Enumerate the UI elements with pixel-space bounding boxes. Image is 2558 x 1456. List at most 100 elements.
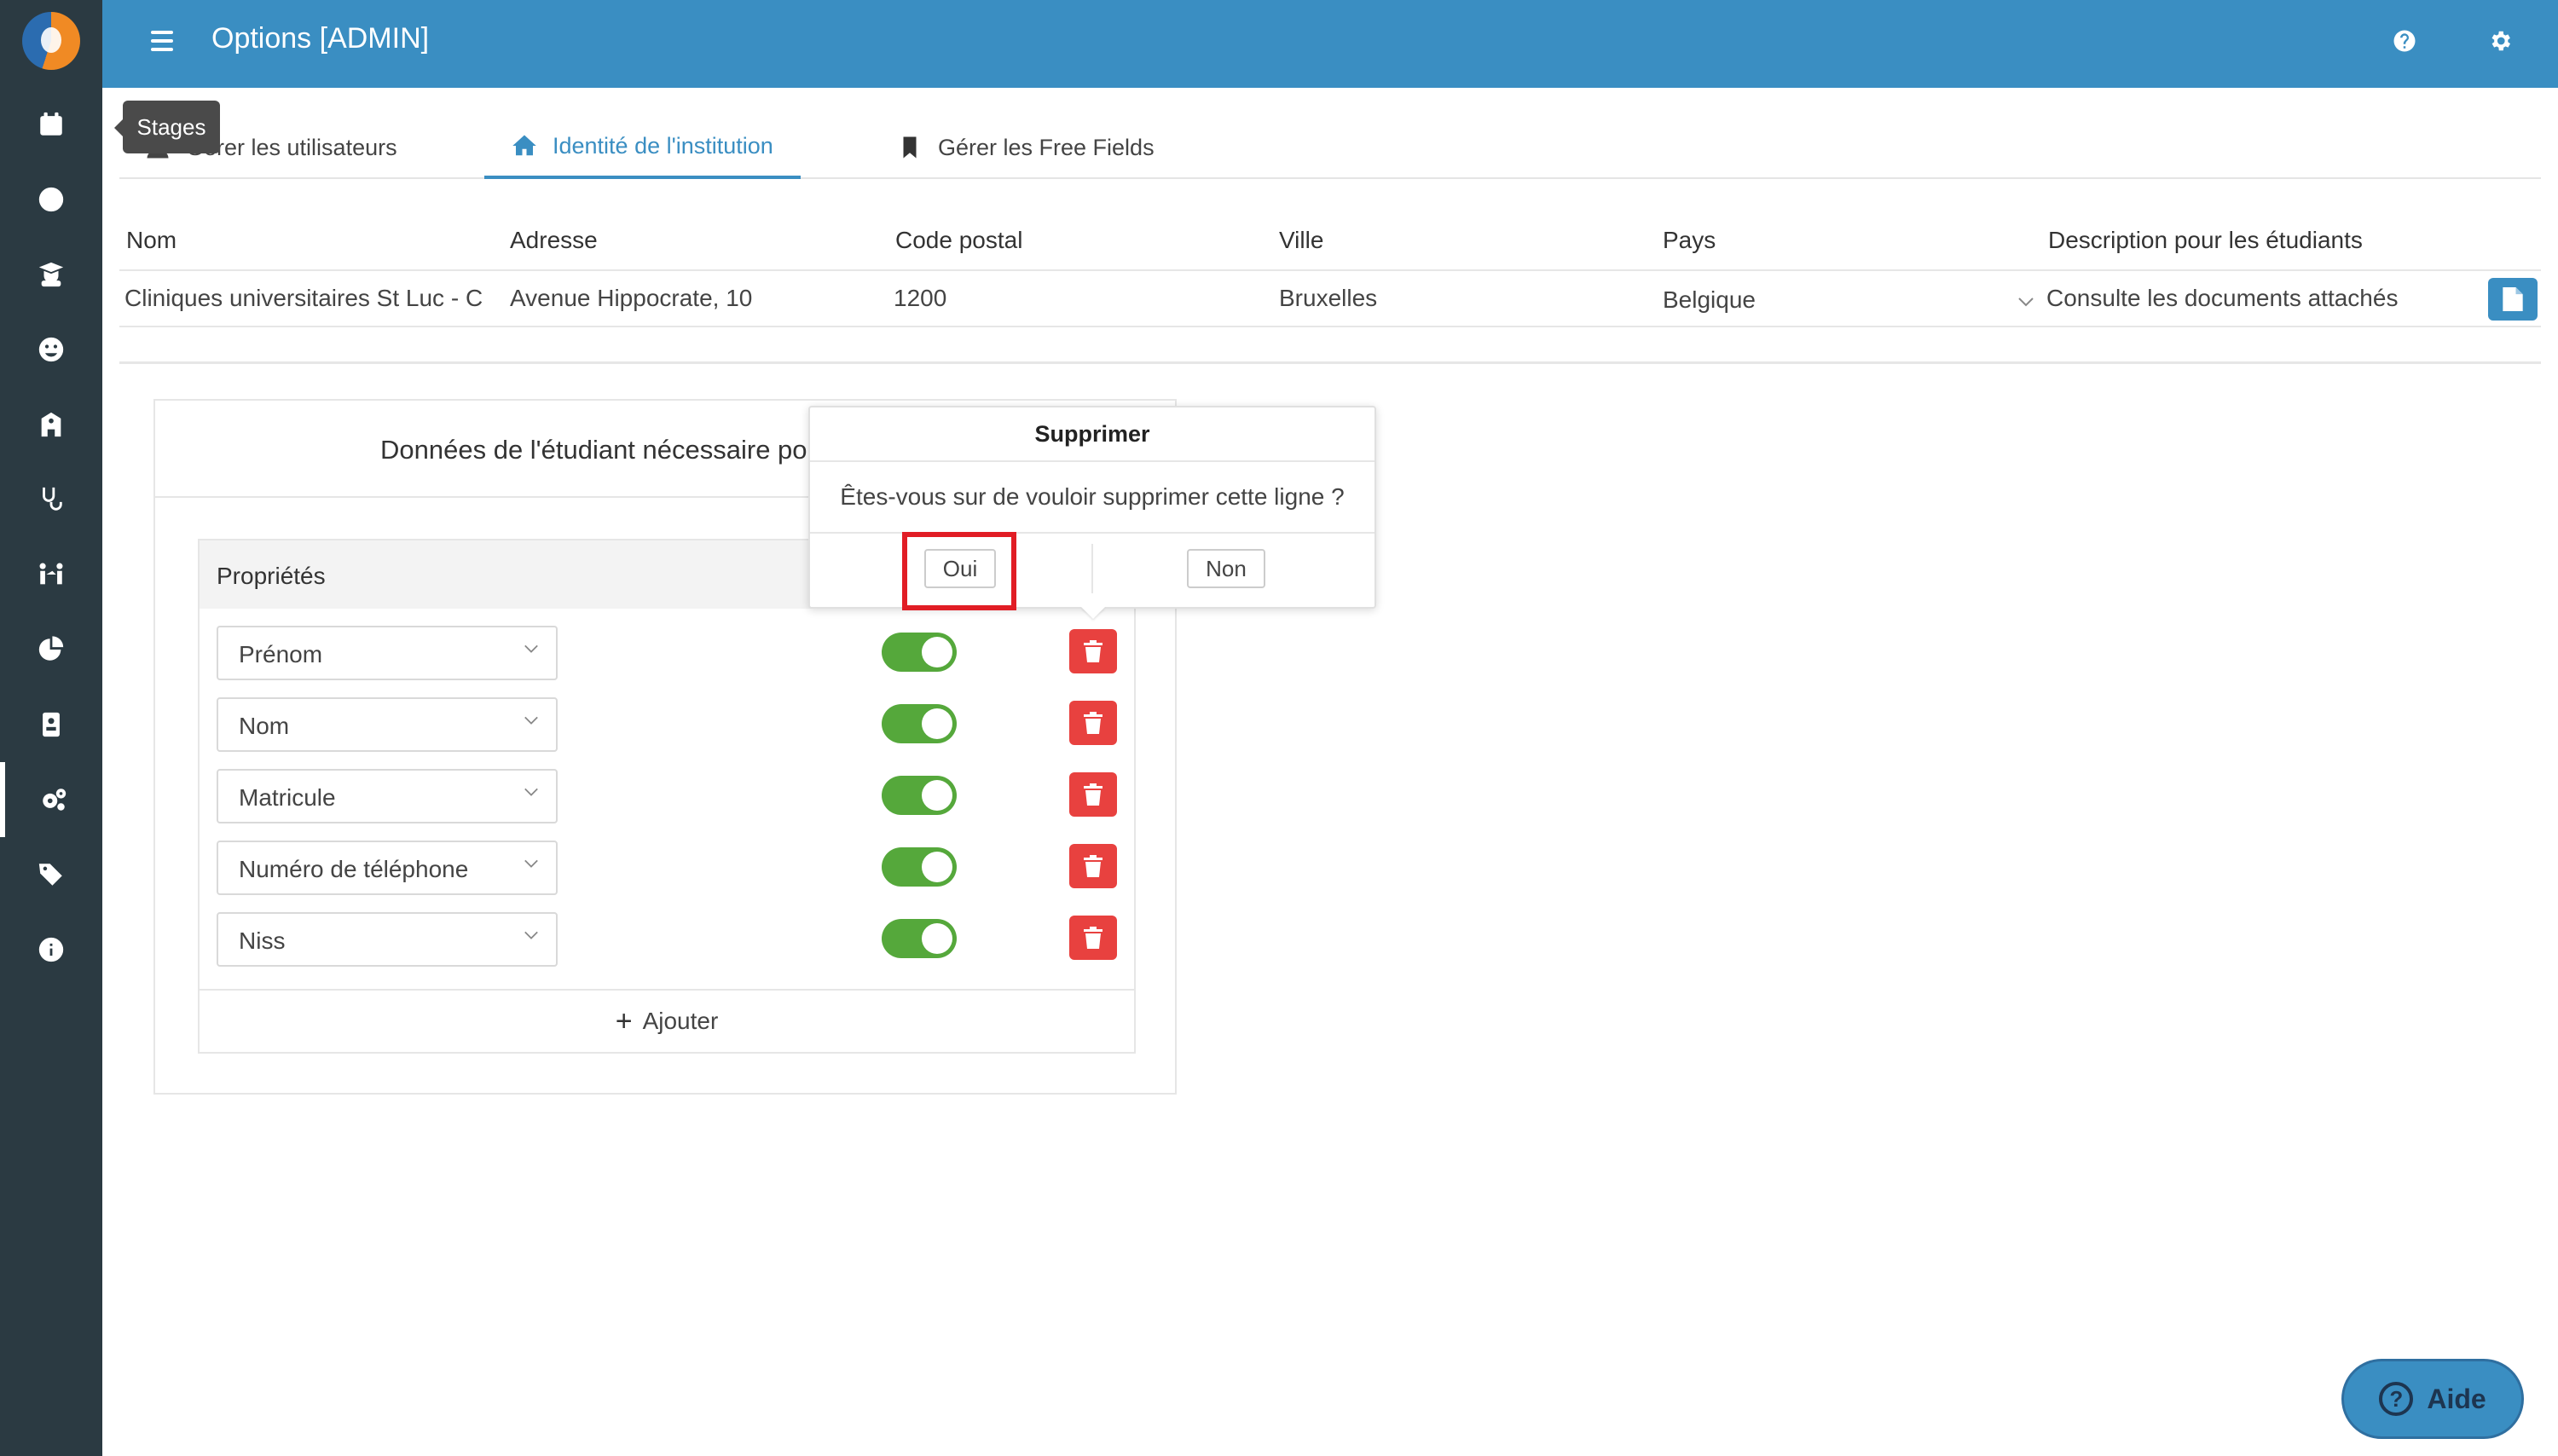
property-select[interactable]: Prénom — [217, 626, 558, 680]
sidebar-item-feedback[interactable] — [0, 312, 102, 387]
sidebar-item-options[interactable] — [0, 762, 102, 837]
cell-nom[interactable]: Cliniques universitaires St Luc - Ce — [124, 285, 483, 312]
delete-button[interactable] — [1069, 701, 1117, 745]
cell-description[interactable]: Consulte les documents attachés — [2046, 285, 2473, 312]
property-select[interactable]: Matricule — [217, 769, 558, 823]
info-icon — [38, 937, 64, 962]
trash-icon — [1084, 855, 1102, 877]
property-toggle[interactable] — [882, 633, 957, 672]
confirm-no-button[interactable]: Non — [1187, 549, 1265, 588]
trash-icon — [1084, 640, 1102, 662]
section-divider — [119, 361, 2541, 364]
trash-icon — [1084, 783, 1102, 806]
graduate-icon — [38, 262, 64, 287]
top-bar: Options [ADMIN] — [102, 0, 2558, 88]
add-property-button[interactable]: + Ajouter — [200, 989, 1134, 1052]
column-header-ville: Ville — [1279, 227, 1324, 253]
property-row: Numéro de téléphone — [200, 841, 1134, 912]
property-select-value: Prénom — [239, 641, 323, 667]
column-header-adresse: Adresse — [510, 227, 598, 253]
institution-icon — [41, 412, 61, 437]
clock-icon — [38, 187, 64, 212]
popover-title: Supprimer — [810, 407, 1374, 462]
property-select-value: Numéro de téléphone — [239, 856, 469, 882]
hamburger-menu-icon[interactable] — [143, 26, 181, 63]
badge-icon — [43, 712, 60, 737]
tab-label: Identité de l'institution — [553, 132, 773, 159]
property-select[interactable]: Numéro de téléphone — [217, 841, 558, 895]
sidebar-item-exchanges[interactable] — [0, 537, 102, 612]
popover-message: Êtes-vous sur de vouloir supprimer cette… — [810, 462, 1374, 534]
tags-icon — [38, 864, 62, 886]
plus-icon: + — [615, 1004, 633, 1037]
trash-icon — [1084, 927, 1102, 949]
property-row: Prénom — [200, 626, 1134, 697]
transfer-icon — [39, 563, 63, 585]
sidebar-item-info[interactable] — [0, 912, 102, 987]
delete-button[interactable] — [1069, 844, 1117, 888]
property-toggle[interactable] — [882, 847, 957, 887]
smiley-icon — [38, 337, 64, 362]
sidebar-item-institutions[interactable] — [0, 387, 102, 462]
add-label: Ajouter — [642, 1008, 719, 1034]
chevron-down-icon — [524, 716, 538, 725]
property-select-value: Niss — [239, 927, 286, 954]
sidebar-item-badges[interactable] — [0, 687, 102, 762]
table-row-divider — [119, 326, 2541, 327]
page-title: Options [ADMIN] — [211, 22, 430, 55]
delete-button[interactable] — [1069, 772, 1117, 817]
sidebar-item-stages[interactable] — [0, 87, 102, 162]
cell-pays-select[interactable]: Belgique — [1663, 286, 1756, 314]
attached-documents-button[interactable] — [2488, 278, 2538, 321]
sidebar-item-statistics[interactable] — [0, 612, 102, 687]
cell-ville[interactable]: Bruxelles — [1279, 285, 1377, 312]
sidebar-tooltip: Stages — [114, 101, 220, 153]
column-header-nom: Nom — [126, 227, 177, 253]
help-icon[interactable] — [2389, 26, 2420, 56]
property-toggle[interactable] — [882, 776, 957, 815]
highlight-box — [902, 532, 1016, 610]
sidebar — [0, 0, 102, 1456]
chevron-down-icon[interactable] — [2017, 293, 2034, 310]
table-divider — [119, 269, 2541, 271]
delete-button[interactable] — [1069, 629, 1117, 673]
property-toggle[interactable] — [882, 704, 957, 743]
help-button[interactable]: ? Aide — [2341, 1359, 2524, 1439]
document-icon — [2503, 287, 2523, 311]
properties-panel: Propriétés Prénom Nom Matricule Numéro d… — [198, 539, 1136, 1054]
stethoscope-icon — [43, 487, 62, 511]
sidebar-item-services[interactable] — [0, 462, 102, 537]
tab-institution-identity[interactable]: Identité de l'institution — [484, 116, 801, 179]
trash-icon — [1084, 712, 1102, 734]
column-header-code-postal: Code postal — [895, 227, 1023, 253]
chevron-down-icon — [524, 931, 538, 939]
property-select[interactable]: Niss — [217, 912, 558, 967]
column-header-pays: Pays — [1663, 227, 1716, 253]
help-button-label: Aide — [2427, 1383, 2486, 1414]
delete-confirm-popover: Supprimer Êtes-vous sur de vouloir suppr… — [808, 406, 1376, 609]
settings-gear-icon[interactable] — [2485, 26, 2515, 56]
delete-button[interactable] — [1069, 916, 1117, 960]
gears-icon — [43, 789, 67, 811]
property-select-value: Nom — [239, 713, 290, 739]
cell-code-postal[interactable]: 1200 — [894, 285, 946, 312]
home-icon — [512, 135, 536, 156]
chevron-down-icon — [524, 644, 538, 653]
tab-label: Gérer les Free Fields — [938, 134, 1155, 160]
button-divider — [1091, 544, 1093, 593]
property-row: Niss — [200, 912, 1134, 984]
tab-free-fields[interactable]: Gérer les Free Fields — [897, 116, 1155, 179]
app-logo[interactable] — [22, 12, 80, 70]
cell-adresse[interactable]: Avenue Hippocrate, 10 — [510, 285, 868, 312]
sidebar-item-history[interactable] — [0, 162, 102, 237]
property-row: Nom — [200, 697, 1134, 769]
sidebar-item-tags[interactable] — [0, 837, 102, 912]
calendar-icon — [40, 112, 62, 136]
property-select[interactable]: Nom — [217, 697, 558, 752]
chevron-down-icon — [524, 859, 538, 868]
property-toggle[interactable] — [882, 919, 957, 958]
sidebar-item-students[interactable] — [0, 237, 102, 312]
property-select-value: Matricule — [239, 784, 336, 811]
help-circle-icon: ? — [2379, 1382, 2414, 1416]
tab-bar: Gérer les utilisateurs Identité de l'ins… — [119, 116, 2541, 179]
